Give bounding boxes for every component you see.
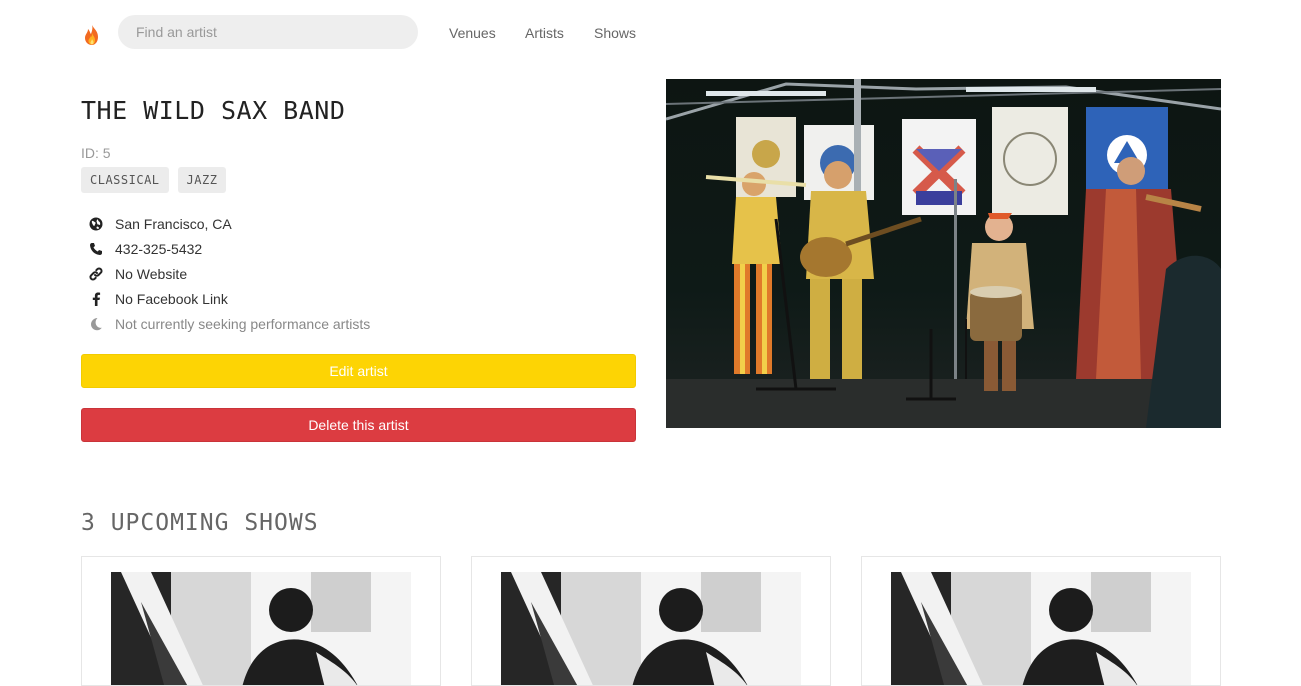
facebook-icon [88, 291, 104, 307]
info-website-text: No Website [115, 266, 188, 282]
info-city-text: San Francisco, CA [115, 216, 232, 232]
delete-artist-button[interactable]: Delete this artist [81, 408, 636, 442]
show-card[interactable] [471, 556, 831, 686]
info-phone-text: 432-325-5432 [115, 241, 203, 257]
artist-photo [666, 79, 1221, 428]
genre-tag: CLASSICAL [81, 167, 169, 193]
show-image [111, 572, 411, 685]
show-card[interactable] [81, 556, 441, 686]
artist-id: ID: 5 [81, 145, 111, 161]
info-seeking-text: Not currently seeking performance artist… [115, 316, 371, 332]
phone-icon [88, 241, 104, 257]
globe-icon [88, 216, 104, 232]
genre-tag: JAZZ [177, 167, 227, 193]
nav-link-artists[interactable]: Artists [525, 25, 564, 41]
nav-link-shows[interactable]: Shows [594, 25, 636, 41]
info-seeking: Not currently seeking performance artist… [88, 314, 488, 334]
genre-tags: CLASSICAL JAZZ [81, 167, 227, 193]
top-navbar: Venues Artists Shows [0, 0, 1301, 66]
artist-search-input[interactable] [118, 15, 418, 49]
info-phone: 432-325-5432 [88, 239, 488, 259]
show-image [501, 572, 801, 685]
upcoming-shows-heading: 3 UPCOMING SHOWS [81, 510, 319, 536]
show-card[interactable] [861, 556, 1221, 686]
fire-logo-icon[interactable] [82, 24, 102, 46]
info-website: No Website [88, 264, 488, 284]
artist-name: THE WILD SAX BAND [81, 96, 346, 125]
edit-artist-button[interactable]: Edit artist [81, 354, 636, 388]
moon-icon [88, 316, 104, 332]
info-city: San Francisco, CA [88, 214, 488, 234]
info-facebook: No Facebook Link [88, 289, 488, 309]
link-icon [88, 266, 104, 282]
info-facebook-text: No Facebook Link [115, 291, 228, 307]
show-image [891, 572, 1191, 685]
nav-link-venues[interactable]: Venues [449, 25, 496, 41]
